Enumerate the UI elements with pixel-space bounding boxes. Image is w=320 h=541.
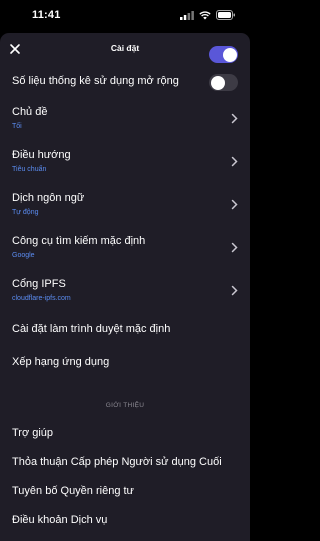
row-title: Dịch ngôn ngữ (12, 192, 85, 204)
status-bar: 11:41 (0, 0, 250, 30)
toggle-knob (222, 47, 237, 62)
privacy-statement-row[interactable]: Tuyên bố Quyền riêng tư (0, 481, 250, 510)
row-title: Tuyên bố Quyền riêng tư (12, 485, 134, 497)
settings-list: ... Số liệu thống kê sử dụng mở rộng Chủ… (0, 46, 250, 539)
row-title: Xếp hạng ứng dụng (12, 356, 110, 368)
row-title: Điều hướng (12, 149, 71, 161)
usage-stats-row[interactable]: Số liệu thống kê sử dụng mở rộng (0, 69, 250, 104)
status-time: 11:41 (32, 9, 61, 21)
settings-row-ipfs-gateway[interactable]: Cổng IPFS cloudflare-ipfs.com (0, 276, 250, 319)
chevron-right-icon (231, 242, 238, 253)
row-title: Chủ đề (12, 106, 48, 118)
signal-icon (180, 10, 194, 20)
settings-row-navigation[interactable]: Điều hướng Tiêu chuẩn (0, 147, 250, 190)
rate-app-row[interactable]: Xếp hạng ứng dụng (0, 352, 250, 385)
screen: 11:41 Cài đặt Số liệu thống kê sử dụng m… (0, 0, 250, 541)
row-subtitle: Google (12, 252, 35, 259)
settings-row-search-engine[interactable]: Công cụ tìm kiếm mặc định Google (0, 233, 250, 276)
row-subtitle: Tiêu chuẩn (12, 166, 47, 173)
row-title: Công cụ tìm kiếm mặc định (12, 235, 146, 247)
eula-row[interactable]: Thỏa thuận Cấp phép Người sử dụng Cuối (0, 452, 250, 481)
partial-settings-row[interactable]: ... (0, 46, 250, 69)
terms-of-service-row[interactable]: Điều khoản Dịch vụ (0, 510, 250, 539)
partial-row-toggle[interactable] (209, 46, 238, 63)
row-title: Trợ giúp (12, 427, 54, 439)
row-subtitle: Tối (12, 123, 22, 130)
chevron-right-icon (231, 199, 238, 210)
row-subtitle: cloudflare-ipfs.com (12, 295, 71, 302)
usage-stats-label: Số liệu thống kê sử dụng mở rộng (12, 75, 179, 87)
settings-row-translate[interactable]: Dịch ngôn ngữ Tự động (0, 190, 250, 233)
about-section-header: GIỚI THIỆU (0, 385, 250, 423)
row-title: Cổng IPFS (12, 278, 66, 290)
wifi-icon (199, 10, 211, 19)
chevron-right-icon (231, 285, 238, 296)
row-title: Điều khoản Dịch vụ (12, 514, 108, 526)
row-title: Cài đặt làm trình duyệt mặc định (12, 323, 171, 335)
status-icons (180, 10, 236, 20)
row-title: Thỏa thuận Cấp phép Người sử dụng Cuối (12, 456, 222, 468)
usage-stats-toggle[interactable] (209, 74, 238, 91)
row-subtitle: Tự động (12, 209, 39, 216)
chevron-right-icon (231, 156, 238, 167)
battery-icon (216, 10, 235, 20)
help-row[interactable]: Trợ giúp (0, 423, 250, 452)
toggle-knob (210, 75, 225, 90)
settings-sheet: Cài đặt ... Số liệu thống kê sử dụng mở … (0, 33, 250, 541)
settings-row-theme[interactable]: Chủ đề Tối (0, 104, 250, 147)
chevron-right-icon (231, 113, 238, 124)
set-default-browser-row[interactable]: Cài đặt làm trình duyệt mặc định (0, 319, 250, 352)
section-label: GIỚI THIỆU (105, 402, 145, 409)
